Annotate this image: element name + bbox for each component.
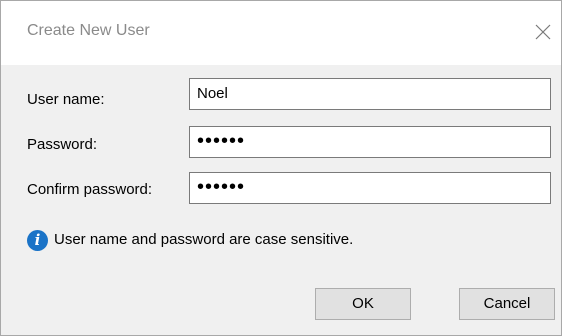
cancel-button[interactable]: Cancel xyxy=(459,288,555,320)
close-icon xyxy=(535,24,551,40)
dialog-title: Create New User xyxy=(27,22,150,39)
username-field[interactable]: Noel xyxy=(189,78,551,110)
username-label: User name: xyxy=(27,91,105,108)
confirm-password-field[interactable]: •••••• xyxy=(189,172,551,204)
info-message: User name and password are case sensitiv… xyxy=(54,231,354,248)
create-user-dialog: Create New User User name: Noel Password… xyxy=(0,0,562,336)
password-field[interactable]: •••••• xyxy=(189,126,551,158)
ok-button[interactable]: OK xyxy=(315,288,411,320)
close-button[interactable] xyxy=(531,20,555,44)
confirm-password-label: Confirm password: xyxy=(27,181,153,198)
info-icon: i xyxy=(27,230,48,251)
password-label: Password: xyxy=(27,136,98,153)
title-bar: Create New User xyxy=(1,1,561,65)
